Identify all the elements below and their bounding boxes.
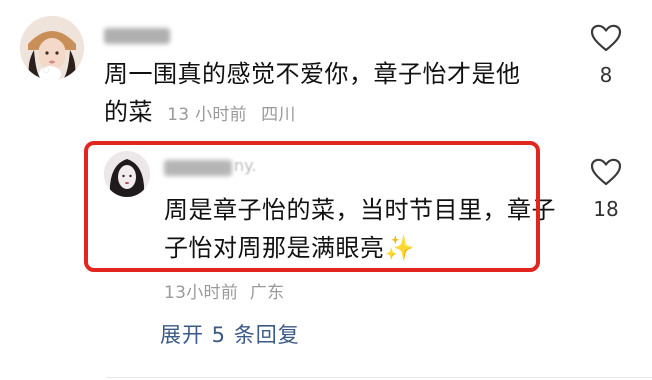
highlight-box bbox=[84, 141, 540, 272]
reply-time: 13小时前 bbox=[164, 283, 239, 303]
username-blurred[interactable] bbox=[104, 28, 170, 44]
divider bbox=[106, 377, 652, 378]
like-count: 8 bbox=[599, 63, 613, 87]
reply-like-button[interactable] bbox=[590, 158, 622, 190]
comment-text-line-2-content: 的菜 bbox=[104, 98, 153, 126]
comment-text-line-1: 周一围真的感觉不爱你，章子怡才是他 bbox=[104, 60, 521, 88]
comment-text-line-2: 的菜 13 小时前 四川 bbox=[104, 93, 521, 134]
comment-location: 四川 bbox=[261, 105, 296, 125]
reply-meta: 13小时前 广东 bbox=[164, 278, 284, 303]
reply-heart-icon bbox=[590, 158, 622, 186]
like-button[interactable] bbox=[590, 24, 622, 56]
comment-time: 13 小时前 bbox=[167, 105, 247, 125]
comment-text: 周一围真的感觉不爱你，章子怡才是他 的菜 13 小时前 四川 bbox=[104, 55, 521, 134]
heart-icon bbox=[590, 24, 622, 52]
expand-replies-link[interactable]: 展开 5 条回复 bbox=[160, 319, 300, 349]
reply-like-count: 18 bbox=[593, 197, 619, 221]
avatar-photo bbox=[20, 16, 84, 80]
avatar[interactable] bbox=[20, 16, 84, 80]
reply-location: 广东 bbox=[249, 283, 285, 303]
